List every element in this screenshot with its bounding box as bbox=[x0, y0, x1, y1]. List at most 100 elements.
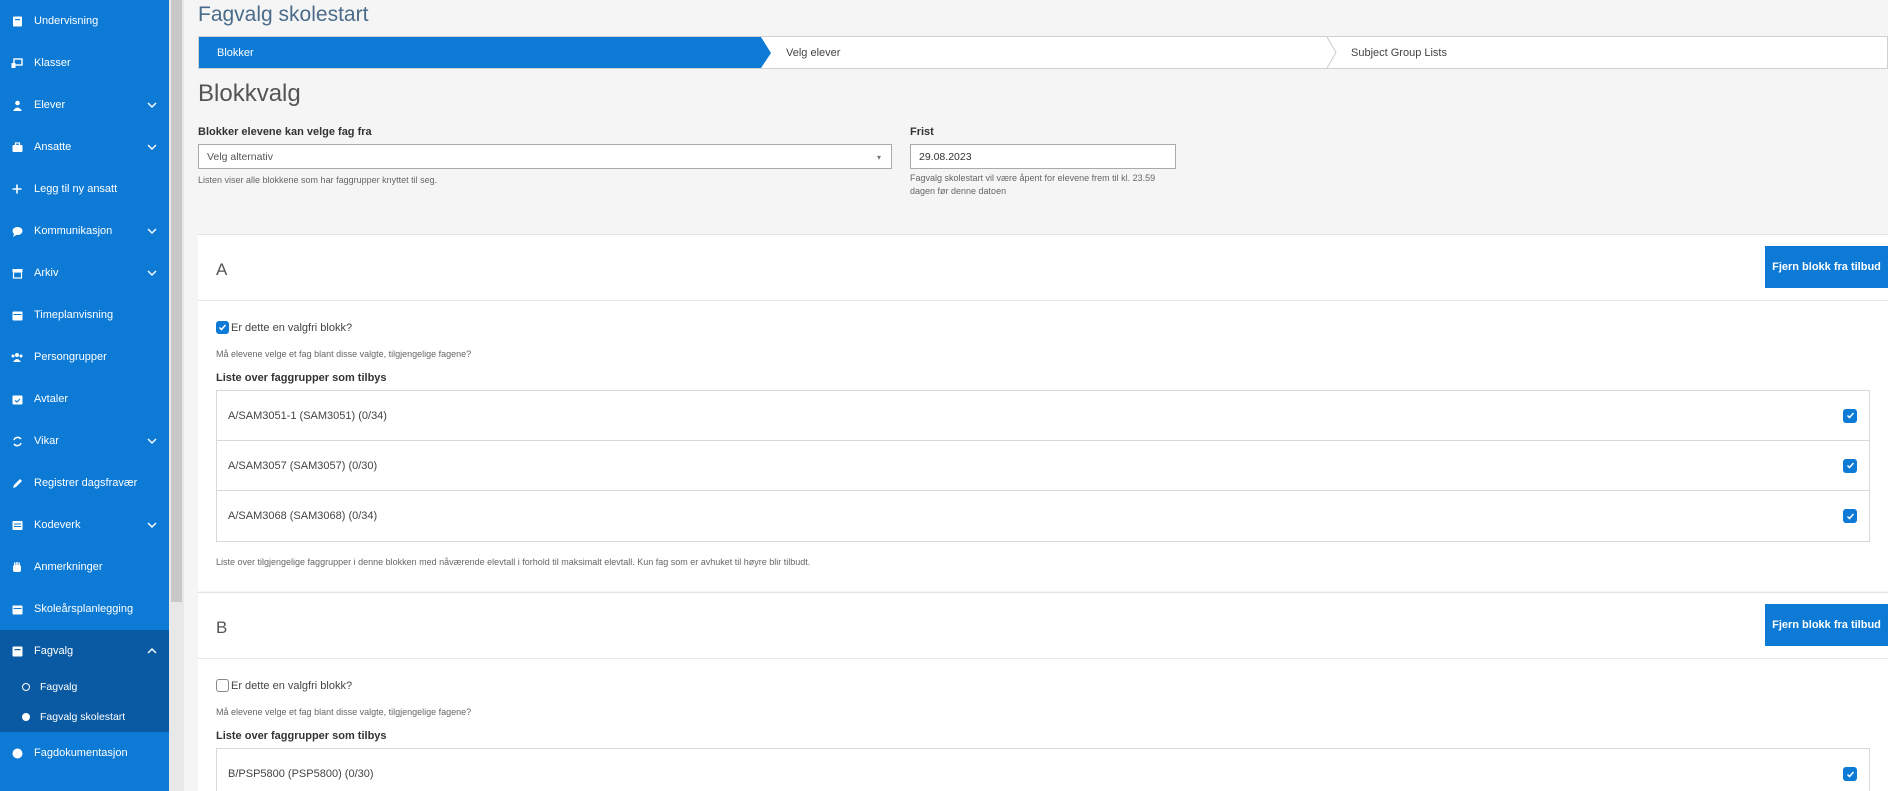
step-blokker[interactable]: Blokker bbox=[199, 37, 771, 68]
swap-icon bbox=[11, 435, 23, 447]
group-row-label: A/SAM3051-1 (SAM3051) (0/34) bbox=[228, 409, 387, 422]
sidebar-item-label: Kommunikasjon bbox=[34, 225, 113, 237]
block-panel-b: B Fjern blokk fra tilbud Er dette en val… bbox=[198, 592, 1888, 791]
page-title: Fagvalg skolestart bbox=[198, 3, 369, 26]
class-icon bbox=[11, 57, 23, 69]
sidebar-item-label: Fagdokumentasjon bbox=[34, 747, 128, 759]
sidebar-item-klasser[interactable]: Klasser bbox=[0, 42, 169, 84]
block-letter: B bbox=[216, 618, 228, 637]
group-list-hint: Liste over tilgjengelige faggrupper i de… bbox=[216, 557, 811, 567]
sidebar-item-anmerkninger[interactable]: Anmerkninger bbox=[0, 546, 169, 588]
book-open-icon bbox=[11, 645, 23, 657]
chevron-down-icon bbox=[147, 102, 157, 108]
sidebar-item-fagvalg[interactable]: Fagvalg bbox=[0, 630, 169, 672]
sidebar-item-vikar[interactable]: Vikar bbox=[0, 420, 169, 462]
group-icon bbox=[11, 351, 23, 363]
sidebar-item-elever[interactable]: Elever bbox=[0, 84, 169, 126]
chevron-up-icon bbox=[147, 648, 157, 654]
block-header: B Fjern blokk fra tilbud bbox=[198, 593, 1888, 659]
chat-icon bbox=[11, 225, 23, 237]
sidebar-item-skolearsplanlegging[interactable]: Skoleårsplanlegging bbox=[0, 588, 169, 630]
pencil-icon bbox=[11, 477, 23, 489]
block-letter: A bbox=[216, 260, 228, 279]
sidebar-scrollbar[interactable] bbox=[169, 0, 184, 791]
sidebar-item-label: Klasser bbox=[34, 57, 71, 69]
sidebar-item-label: Persongrupper bbox=[34, 351, 107, 363]
group-offered-checkbox[interactable] bbox=[1843, 408, 1857, 423]
step-subject-group-lists[interactable]: Subject Group Lists bbox=[1351, 37, 1447, 68]
step-velg-elever[interactable]: Velg elever bbox=[786, 37, 840, 68]
sidebar-item-persongrupper[interactable]: Persongrupper bbox=[0, 336, 169, 378]
calendar-icon bbox=[11, 309, 23, 321]
wizard-stepper: Blokker Velg elever Subject Group Lists bbox=[198, 36, 1888, 69]
sidebar-item-kodeverk[interactable]: Kodeverk bbox=[0, 504, 169, 546]
sidebar-item-label: Kodeverk bbox=[34, 519, 81, 531]
sidebar-item-label: Timeplanvisning bbox=[34, 309, 114, 321]
elective-block-checkbox-row[interactable]: Er dette en valgfri blokk? bbox=[216, 321, 352, 334]
group-list-label: Liste over faggrupper som tilbys bbox=[216, 730, 387, 742]
sidebar-item-label: Ansatte bbox=[34, 141, 72, 153]
deadline-label: Frist bbox=[910, 126, 934, 138]
radio-filled-icon bbox=[22, 713, 30, 721]
chevron-down-icon bbox=[147, 438, 157, 444]
sidebar-item-fagdokumentasjon[interactable]: Fagdokumentasjon bbox=[0, 732, 169, 774]
group-list: A/SAM3051-1 (SAM3051) (0/34) A/SAM3057 (… bbox=[216, 390, 1870, 542]
elective-block-label: Er dette en valgfri blokk? bbox=[231, 321, 353, 334]
sidebar: Undervisning Klasser Elever Ansatte Legg… bbox=[0, 0, 169, 791]
deadline-hint-line-1: Fagvalg skolestart vil være åpent for el… bbox=[910, 173, 1156, 183]
step-separator-chevron-icon bbox=[1326, 37, 1337, 68]
sidebar-item-label: Avtaler bbox=[34, 393, 69, 405]
elective-block-checkbox[interactable] bbox=[216, 321, 229, 334]
chevron-down-icon bbox=[147, 228, 157, 234]
group-row-label: B/PSP5800 (PSP5800) (0/30) bbox=[228, 768, 374, 780]
sidebar-item-timeplanvisning[interactable]: Timeplanvisning bbox=[0, 294, 169, 336]
chevron-down-icon bbox=[147, 522, 157, 528]
elective-block-hint: Må elevene velge et fag blant disse valg… bbox=[216, 349, 472, 359]
radio-empty-icon bbox=[22, 683, 30, 691]
chevron-down-icon bbox=[147, 270, 157, 276]
sidebar-item-label: Anmerkninger bbox=[34, 561, 103, 573]
caret-down-icon: ▾ bbox=[876, 153, 881, 162]
group-list: B/PSP5800 (PSP5800) (0/30) bbox=[216, 748, 1870, 791]
group-offered-checkbox[interactable] bbox=[1843, 458, 1857, 473]
sidebar-item-label: Skoleårsplanlegging bbox=[34, 603, 134, 615]
sidebar-item-label: Vikar bbox=[34, 435, 59, 447]
scrollbar-thumb[interactable] bbox=[171, 0, 182, 602]
sidebar-item-label: Legg til ny ansatt bbox=[34, 183, 118, 195]
calendar-check-icon bbox=[11, 393, 23, 405]
remove-block-button[interactable]: Fjern blokk fra tilbud bbox=[1765, 246, 1888, 288]
list-icon bbox=[11, 519, 23, 531]
sidebar-item-arkiv[interactable]: Arkiv bbox=[0, 252, 169, 294]
group-row: A/SAM3068 (SAM3068) (0/34) bbox=[217, 491, 1869, 541]
sidebar-subitem-label: Fagvalg bbox=[40, 681, 78, 693]
block-header: A Fjern blokk fra tilbud bbox=[198, 235, 1888, 301]
block-panel-a: A Fjern blokk fra tilbud Er dette en val… bbox=[198, 234, 1888, 591]
sidebar-item-legg-til-ny-ansatt[interactable]: Legg til ny ansatt bbox=[0, 168, 169, 210]
student-icon bbox=[11, 99, 23, 111]
elective-block-label: Er dette en valgfri blokk? bbox=[231, 679, 353, 692]
group-offered-checkbox[interactable] bbox=[1843, 767, 1857, 781]
plus-icon bbox=[11, 183, 23, 195]
sidebar-item-undervisning[interactable]: Undervisning bbox=[0, 0, 169, 42]
sidebar-item-label: Fagvalg bbox=[34, 645, 74, 657]
elective-block-checkbox-row[interactable]: Er dette en valgfri blokk? bbox=[216, 679, 352, 692]
sidebar-item-ansatte[interactable]: Ansatte bbox=[0, 126, 169, 168]
sidebar-subitem-fagvalg-skolestart[interactable]: Fagvalg skolestart bbox=[0, 702, 169, 732]
group-offered-checkbox[interactable] bbox=[1843, 509, 1857, 523]
calendar-icon bbox=[11, 603, 23, 615]
sidebar-item-registrer-dagsfravaer[interactable]: Registrer dagsfravær bbox=[0, 462, 169, 504]
sidebar-item-avtaler[interactable]: Avtaler bbox=[0, 378, 169, 420]
sidebar-item-kommunikasjon[interactable]: Kommunikasjon bbox=[0, 210, 169, 252]
blocks-select[interactable]: Velg alternativ ▾ bbox=[198, 144, 892, 169]
deadline-hint-line-2: dagen før denne datoen bbox=[910, 186, 1007, 196]
deadline-input[interactable]: 29.08.2023 bbox=[910, 144, 1176, 169]
elective-block-checkbox[interactable] bbox=[216, 679, 229, 692]
blocks-select-label: Blokker elevene kan velge fag fra bbox=[198, 126, 372, 138]
archive-icon bbox=[11, 267, 23, 279]
group-row: B/PSP5800 (PSP5800) (0/30) bbox=[217, 749, 1869, 791]
group-row-label: A/SAM3057 (SAM3057) (0/30) bbox=[228, 459, 378, 472]
chevron-down-icon bbox=[147, 144, 157, 150]
blocks-select-placeholder: Velg alternativ bbox=[207, 151, 273, 163]
sidebar-subitem-fagvalg[interactable]: Fagvalg bbox=[0, 672, 169, 702]
remove-block-button[interactable]: Fjern blokk fra tilbud bbox=[1765, 604, 1888, 646]
